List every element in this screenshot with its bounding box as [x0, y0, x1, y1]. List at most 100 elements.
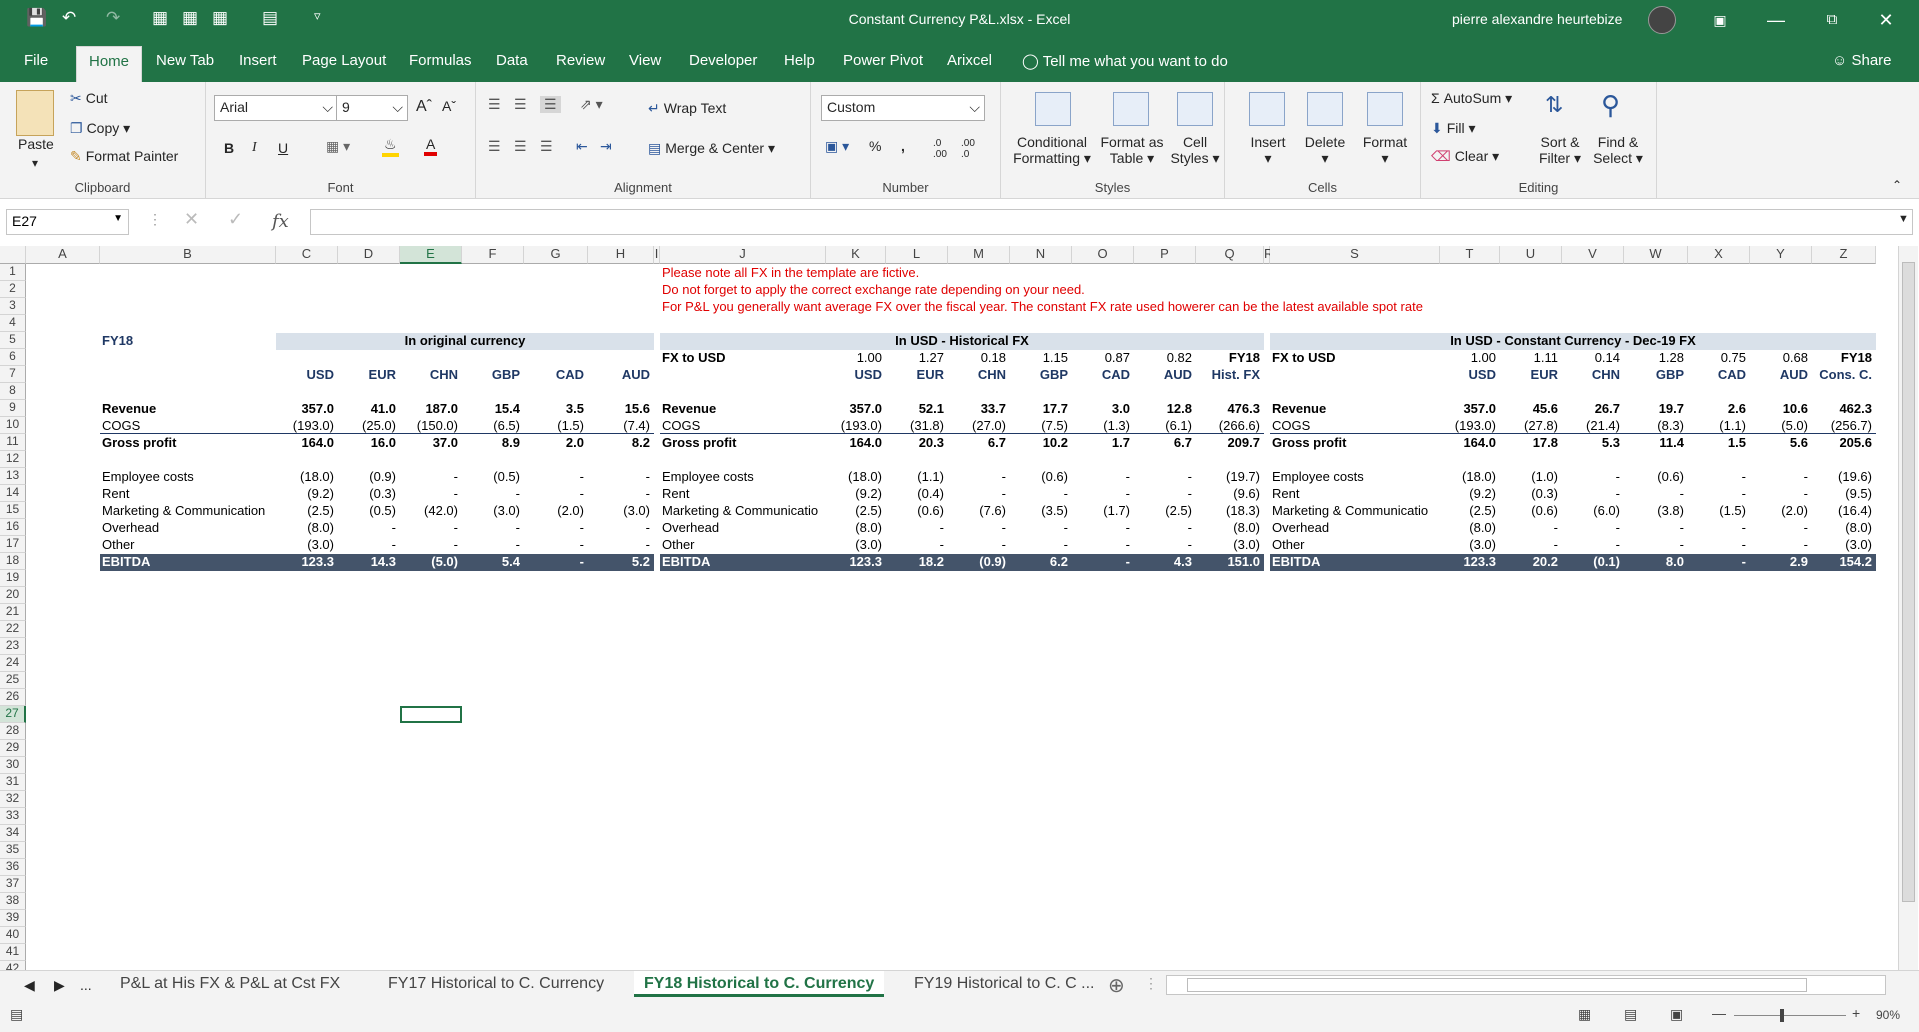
tab-power-pivot[interactable]: Power Pivot	[843, 52, 923, 69]
value-cell[interactable]: -	[1688, 486, 1746, 502]
value-cell[interactable]: (0.9)	[338, 469, 396, 485]
currency-header[interactable]: AUD	[1750, 367, 1808, 383]
row-header[interactable]: 27	[0, 706, 26, 723]
value-cell[interactable]: (2.5)	[1134, 503, 1192, 519]
value-cell[interactable]: -	[1134, 469, 1192, 485]
value-cell[interactable]: (9.2)	[826, 486, 882, 502]
value-cell[interactable]: -	[1134, 486, 1192, 502]
column-header[interactable]: K	[826, 246, 886, 264]
value-cell[interactable]: -	[524, 537, 584, 553]
fill-button[interactable]: ⬇ Fill ▾	[1431, 120, 1476, 137]
increase-indent-icon[interactable]: ⇥	[600, 138, 612, 155]
column-header[interactable]: L	[886, 246, 948, 264]
value-cell[interactable]: (0.6)	[886, 503, 944, 519]
value-cell[interactable]: 4.3	[1134, 554, 1192, 570]
align-right-icon[interactable]: ☰	[540, 138, 553, 155]
row-label[interactable]: Marketing & Communicatio	[662, 503, 822, 519]
value-cell[interactable]: 123.3	[276, 554, 334, 570]
value-cell[interactable]: 6.7	[1134, 435, 1192, 451]
row-header[interactable]: 24	[0, 655, 26, 672]
column-header[interactable]: W	[1624, 246, 1688, 264]
page-layout-view-icon[interactable]: ▤	[1624, 1006, 1637, 1023]
value-cell[interactable]: 1.7	[1072, 435, 1130, 451]
value-cell[interactable]: 357.0	[1440, 401, 1496, 417]
value-cell[interactable]: (2.5)	[276, 503, 334, 519]
value-cell[interactable]: -	[1688, 554, 1746, 570]
value-cell[interactable]: -	[524, 486, 584, 502]
select-all-corner[interactable]	[0, 246, 26, 264]
align-left-icon[interactable]: ☰	[488, 138, 501, 155]
selected-cell[interactable]	[400, 706, 462, 723]
row-header[interactable]: 39	[0, 910, 26, 927]
row-header[interactable]: 17	[0, 536, 26, 553]
row-label[interactable]: Other	[1272, 537, 1432, 553]
value-cell[interactable]: -	[462, 537, 520, 553]
currency-header[interactable]: EUR	[338, 367, 396, 383]
sort-filter-icon[interactable]: ⇅	[1545, 92, 1563, 118]
value-cell[interactable]: 3.0	[1072, 401, 1130, 417]
value-cell[interactable]: 41.0	[338, 401, 396, 417]
row-header[interactable]: 18	[0, 553, 26, 570]
value-cell[interactable]: 2.0	[524, 435, 584, 451]
value-cell[interactable]: (2.5)	[1440, 503, 1496, 519]
value-cell[interactable]: -	[1134, 537, 1192, 553]
decrease-decimal-icon[interactable]: .00.0	[961, 138, 975, 160]
row-label[interactable]: Gross profit	[102, 435, 272, 451]
note-text[interactable]: For P&L you generally want average FX ov…	[662, 299, 1662, 315]
zoom-slider-thumb[interactable]	[1780, 1009, 1784, 1022]
value-cell[interactable]: (6.5)	[462, 418, 520, 434]
value-cell[interactable]: -	[1072, 469, 1130, 485]
value-cell[interactable]: (0.5)	[462, 469, 520, 485]
value-cell[interactable]: 5.3	[1562, 435, 1620, 451]
value-cell[interactable]: 17.7	[1010, 401, 1068, 417]
row-label[interactable]: Gross profit	[662, 435, 822, 451]
align-middle-icon[interactable]: ☰	[514, 96, 527, 113]
value-cell[interactable]: 8.9	[462, 435, 520, 451]
value-cell[interactable]: (3.0)	[826, 537, 882, 553]
row-header[interactable]: 40	[0, 927, 26, 944]
borders-icon[interactable]: ▦ ▾	[326, 138, 350, 155]
currency-header[interactable]: GBP	[1010, 367, 1068, 383]
row-label[interactable]: Rent	[1272, 486, 1432, 502]
paste-icon[interactable]	[16, 90, 54, 136]
value-cell[interactable]: (0.3)	[338, 486, 396, 502]
font-color-icon[interactable]: A	[424, 136, 438, 156]
row-label[interactable]: Rent	[102, 486, 272, 502]
row-label[interactable]: Revenue	[1272, 401, 1432, 417]
value-cell[interactable]: -	[1072, 537, 1130, 553]
value-cell[interactable]: 52.1	[886, 401, 944, 417]
value-cell[interactable]: -	[338, 537, 396, 553]
value-cell[interactable]: -	[1072, 554, 1130, 570]
value-cell[interactable]: -	[948, 486, 1006, 502]
value-cell[interactable]: 15.6	[588, 401, 650, 417]
row-label[interactable]: Revenue	[102, 401, 272, 417]
value-cell[interactable]: -	[1750, 469, 1808, 485]
ribbon-display-icon[interactable]: ▣	[1700, 6, 1740, 34]
sheet-tab-active[interactable]: FY18 Historical to C. Currency	[634, 971, 885, 997]
value-cell[interactable]: (3.0)	[588, 503, 650, 519]
value-cell[interactable]: 8.0	[1624, 554, 1684, 570]
tab-insert[interactable]: Insert	[239, 52, 277, 69]
value-cell[interactable]: (5.0)	[400, 554, 458, 570]
value-cell[interactable]: 20.3	[886, 435, 944, 451]
fiscal-year-label[interactable]: FY18	[102, 333, 262, 349]
fx-rate[interactable]: 1.28	[1624, 350, 1684, 366]
value-cell[interactable]: (7.6)	[948, 503, 1006, 519]
row-header[interactable]: 33	[0, 808, 26, 825]
value-cell[interactable]: (31.8)	[886, 418, 944, 434]
row-header[interactable]: 8	[0, 383, 26, 400]
tab-help[interactable]: Help	[784, 52, 815, 69]
italic-button[interactable]: I	[252, 140, 257, 156]
value-cell[interactable]: 19.7	[1624, 401, 1684, 417]
horizontal-scrollbar[interactable]	[1166, 975, 1886, 995]
row-header[interactable]: 9	[0, 400, 26, 417]
normal-view-icon[interactable]: ▦	[1578, 1006, 1591, 1023]
more-tabs-icon[interactable]: ...	[80, 977, 92, 993]
currency-header[interactable]: CHN	[1562, 367, 1620, 383]
value-cell[interactable]: -	[1750, 520, 1808, 536]
column-header[interactable]: U	[1500, 246, 1562, 264]
value-cell[interactable]: -	[462, 520, 520, 536]
value-cell[interactable]: (27.0)	[948, 418, 1006, 434]
row-label[interactable]: Overhead	[1272, 520, 1432, 536]
row-header[interactable]: 3	[0, 298, 26, 315]
